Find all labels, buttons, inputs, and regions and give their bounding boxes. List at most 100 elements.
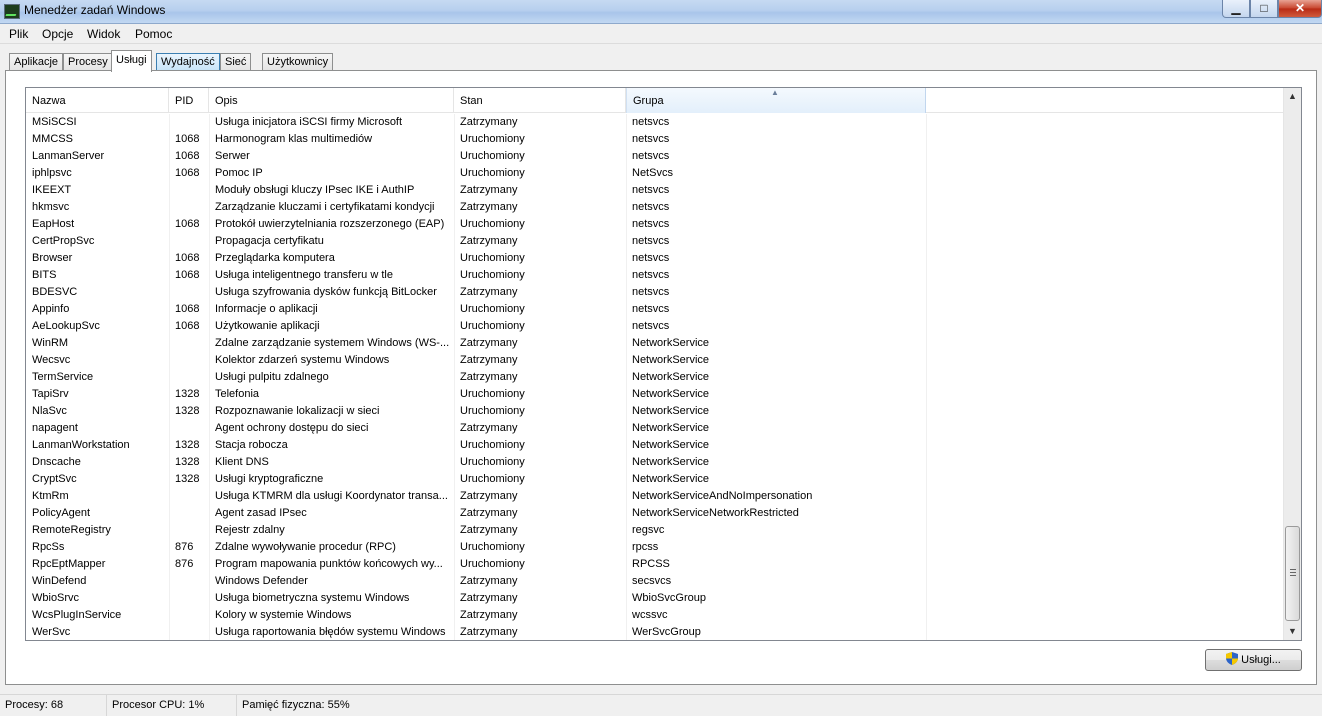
table-row[interactable]: MMCSS 1068 Harmonogram klas multimediów Uru… [26, 131, 1283, 148]
service-pid: 1068 [175, 252, 200, 264]
service-status: Uruchomiony [460, 405, 525, 417]
table-row[interactable]: RpcEptMapper 876 Program mapowania punktów… [26, 556, 1283, 573]
menu-view[interactable]: Widok [87, 27, 120, 41]
column-header-group[interactable]: ▲ Grupa [626, 88, 926, 113]
menu-options[interactable]: Opcje [42, 27, 73, 41]
service-description: Rejestr zdalny [215, 524, 285, 536]
table-row[interactable]: WbioSrvc Usługa biometryczna systemu Wind… [26, 590, 1283, 607]
services-button[interactable]: Usługi... [1205, 649, 1302, 671]
vertical-scrollbar[interactable]: ▲ ▼ [1283, 88, 1301, 640]
table-row[interactable]: LanmanServer 1068 Serwer Uruchomiony netsvcs [26, 148, 1283, 165]
title-bar: Menedżer zadań Windows ▁ □ ✕ [0, 0, 1322, 24]
table-row[interactable]: RpcSs 876 Zdalne wywoływanie procedur (RPC… [26, 539, 1283, 556]
column-header-group-label: Grupa [633, 95, 664, 107]
service-group: wcssvc [632, 609, 668, 621]
table-row[interactable]: WinRM Zdalne zarządzanie systemem Windows… [26, 335, 1283, 352]
table-row[interactable]: hkmsvc Zarządzanie kluczami i certyfikata… [26, 199, 1283, 216]
service-name: napagent [32, 422, 78, 434]
list-header: Nazwa PID Opis Stan ▲ Grupa [26, 88, 1283, 113]
table-row[interactable]: RemoteRegistry Rejestr zdalny Zatrzymany re… [26, 522, 1283, 539]
table-row[interactable]: BDESVC Usługa szyfrowania dysków funkcją … [26, 284, 1283, 301]
table-row[interactable]: BITS 1068 Usługa inteligentnego transferu … [26, 267, 1283, 284]
column-header-description[interactable]: Opis [209, 88, 454, 113]
service-description: Przeglądarka komputera [215, 252, 335, 264]
service-name: RpcSs [32, 541, 65, 553]
service-description: Informacje o aplikacji [215, 303, 318, 315]
maximize-button[interactable]: □ [1250, 0, 1278, 18]
service-status: Uruchomiony [460, 439, 525, 451]
service-description: Usługa szyfrowania dysków funkcją BitLoc… [215, 286, 437, 298]
table-row[interactable]: CryptSvc 1328 Usługi kryptograficzne Urucho… [26, 471, 1283, 488]
service-name: WinRM [32, 337, 69, 349]
table-row[interactable]: WinDefend Windows Defender Zatrzymany secsv… [26, 573, 1283, 590]
table-row[interactable]: AeLookupSvc 1068 Użytkowanie aplikacji Uruc… [26, 318, 1283, 335]
table-row[interactable]: TermService Usługi pulpitu zdalnego Zatrzy… [26, 369, 1283, 386]
service-group: netsvcs [632, 184, 670, 196]
table-row[interactable]: CertPropSvc Propagacja certyfikatu Zatrzym… [26, 233, 1283, 250]
table-row[interactable]: Browser 1068 Przeglądarka komputera Uruchom… [26, 250, 1283, 267]
service-name: MMCSS [32, 133, 73, 145]
service-name: CryptSvc [32, 473, 77, 485]
service-group: RPCSS [632, 558, 670, 570]
service-name: Wecsvc [32, 354, 71, 366]
uac-shield-icon [1226, 652, 1239, 665]
service-name: TapiSrv [32, 388, 69, 400]
scroll-down-arrow-icon[interactable]: ▼ [1284, 623, 1301, 640]
tab-performance[interactable]: Wydajność [156, 53, 220, 71]
service-name: WcsPlugInService [32, 609, 122, 621]
table-row[interactable]: Appinfo 1068 Informacje o aplikacji Uruchom… [26, 301, 1283, 318]
menu-file[interactable]: Plik [9, 27, 28, 41]
table-row[interactable]: LanmanWorkstation 1328 Stacja robocza Uruch… [26, 437, 1283, 454]
service-pid [169, 369, 209, 386]
service-name: PolicyAgent [32, 507, 91, 519]
tab-network[interactable]: Sieć [220, 53, 252, 71]
service-name: RemoteRegistry [32, 524, 111, 536]
service-status: Zatrzymany [460, 490, 518, 502]
table-row[interactable]: Dnscache 1328 Klient DNS Uruchomiony Network… [26, 454, 1283, 471]
column-header-pid[interactable]: PID [169, 88, 209, 113]
service-description: Rozpoznawanie lokalizacji w sieci [215, 405, 380, 417]
tab-users[interactable]: Użytkownicy [262, 53, 334, 71]
table-row[interactable]: MSiSCSI Usługa inicjatora iSCSI firmy Mic… [26, 114, 1283, 131]
service-group: netsvcs [632, 201, 670, 213]
table-row[interactable]: KtmRm Usługa KTMRM dla usługi Koordynator… [26, 488, 1283, 505]
tab-processes[interactable]: Procesy [63, 53, 113, 71]
tab-applications[interactable]: Aplikacje [9, 53, 64, 71]
table-row[interactable]: EapHost 1068 Protokół uwierzytelniania roz… [26, 216, 1283, 233]
table-row[interactable]: Wecsvc Kolektor zdarzeń systemu Windows Za… [26, 352, 1283, 369]
service-description: Agent zasad IPsec [215, 507, 307, 519]
service-pid: 876 [175, 541, 194, 553]
service-name: hkmsvc [32, 201, 70, 213]
table-row[interactable]: WcsPlugInService Kolory w systemie Window… [26, 607, 1283, 624]
service-name: EapHost [32, 218, 75, 230]
table-row[interactable]: IKEEXT Moduły obsługi kluczy IPsec IKE i … [26, 182, 1283, 199]
service-pid [169, 182, 209, 199]
table-row[interactable]: TapiSrv 1328 Telefonia Uruchomiony NetworkSe… [26, 386, 1283, 403]
service-status: Zatrzymany [460, 524, 518, 536]
table-row[interactable]: WerSvc Usługa raportowania błędów systemu… [26, 624, 1283, 640]
scroll-up-arrow-icon[interactable]: ▲ [1284, 88, 1301, 105]
service-group: netsvcs [632, 269, 670, 281]
table-row[interactable]: NlaSvc 1328 Rozpoznawanie lokalizacji w si… [26, 403, 1283, 420]
service-group: netsvcs [632, 286, 670, 298]
service-description: Usługa raportowania błędów systemu Windo… [215, 626, 446, 638]
table-row[interactable]: iphlpsvc 1068 Pomoc IP Uruchomiony NetSvcs [26, 165, 1283, 182]
minimize-button[interactable]: ▁ [1222, 0, 1250, 18]
service-description: Agent ochrony dostępu do sieci [215, 422, 369, 434]
menu-help[interactable]: Pomoc [135, 27, 172, 41]
close-button[interactable]: ✕ [1278, 0, 1322, 18]
service-name: IKEEXT [32, 184, 72, 196]
table-row[interactable]: PolicyAgent Agent zasad IPsec Zatrzymany Ne… [26, 505, 1283, 522]
service-description: Program mapowania punktów końcowych wy..… [215, 558, 443, 570]
scrollbar-thumb[interactable] [1285, 526, 1300, 621]
tab-services[interactable]: Usługi [111, 50, 152, 72]
column-header-name[interactable]: Nazwa [26, 88, 169, 113]
service-status: Zatrzymany [460, 235, 518, 247]
service-status: Uruchomiony [460, 388, 525, 400]
services-list[interactable]: Nazwa PID Opis Stan ▲ Grupa MSiSCSI Usług… [25, 87, 1302, 641]
service-pid: 1328 [175, 456, 200, 468]
service-status: Uruchomiony [460, 269, 525, 281]
table-row[interactable]: napagent Agent ochrony dostępu do sieci Za… [26, 420, 1283, 437]
column-header-status[interactable]: Stan [454, 88, 626, 113]
service-description: Stacja robocza [215, 439, 288, 451]
